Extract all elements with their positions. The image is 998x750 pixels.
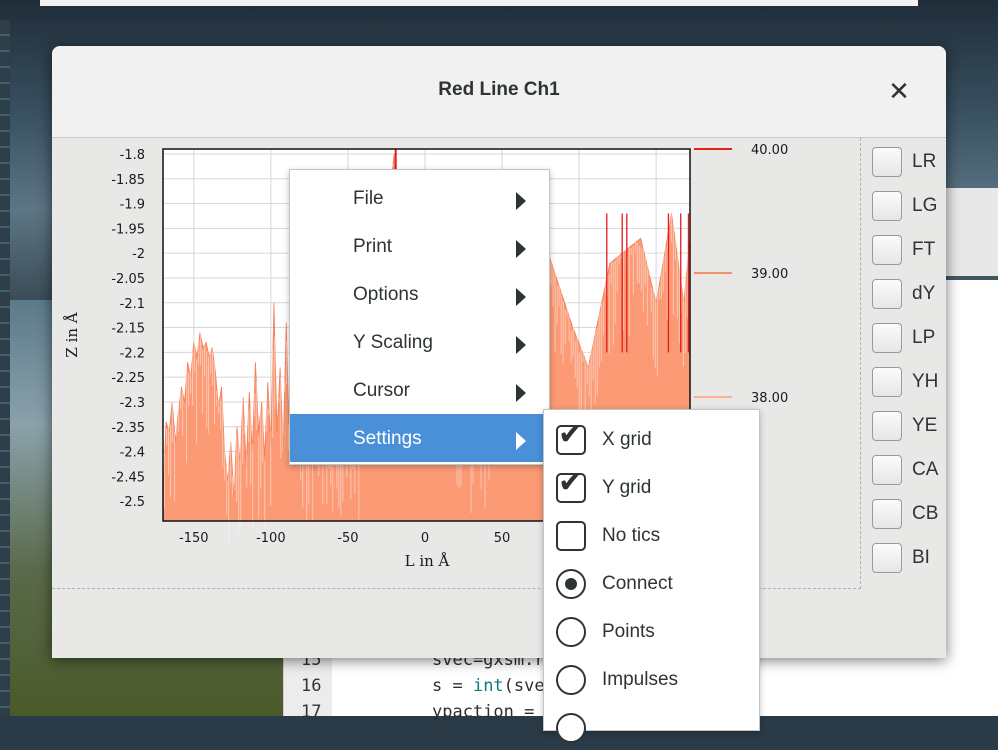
submenu-item-label: Y grid — [602, 477, 652, 498]
menu-item-label: Options — [353, 284, 419, 305]
menu-item-label: Y Scaling — [353, 332, 433, 353]
y-tick-label: -2.45 — [111, 470, 145, 485]
context-menu: File Print Options Y Scaling Cursor Sett… — [289, 169, 550, 465]
legend-label: 40.00 — [751, 143, 788, 158]
x-tick-label: 50 — [494, 531, 511, 546]
y-tick-label: -1.8 — [120, 148, 145, 163]
submenu-item-label: No tics — [602, 525, 661, 546]
submenu-item-label: Points — [602, 621, 655, 642]
menu-item-y-scaling[interactable]: Y Scaling — [290, 318, 549, 366]
y-tick-label: -1.95 — [111, 222, 145, 237]
y-tick-label: -2.15 — [111, 322, 145, 337]
menu-item-label: Settings — [353, 428, 422, 449]
y-tick-label: -2.35 — [111, 421, 145, 436]
submenu-arrow-icon — [516, 192, 526, 210]
y-tick-label: -2.5 — [120, 495, 145, 510]
menu-item-print[interactable]: Print — [290, 222, 549, 270]
menu-item-label: Print — [353, 236, 393, 257]
submenu-item-partial[interactable] — [544, 702, 759, 750]
legend-label: 38.00 — [751, 391, 788, 406]
submenu-item-label: Connect — [602, 573, 673, 594]
radio-icon[interactable] — [556, 617, 586, 647]
submenu-item-points[interactable]: Points — [544, 606, 759, 654]
submenu-item-label: Impulses — [602, 669, 679, 690]
radio-icon[interactable] — [556, 665, 586, 695]
submenu-arrow-icon — [516, 336, 526, 354]
menu-item-file[interactable]: File — [290, 174, 549, 222]
submenu-item-no-tics[interactable]: No tics — [544, 510, 759, 558]
submenu-arrow-icon — [516, 384, 526, 402]
radio-selected-dot-icon — [565, 578, 577, 590]
x-tick-label: -50 — [337, 531, 358, 546]
y-tick-label: -1.9 — [120, 198, 145, 213]
checkmark-icon: ✔ — [558, 418, 584, 451]
checkbox-icon[interactable] — [556, 521, 586, 551]
y-tick-label: -2 — [132, 247, 145, 262]
menu-item-settings[interactable]: Settings — [290, 414, 549, 462]
menu-item-label: Cursor — [353, 380, 411, 401]
x-tick-label: -150 — [179, 531, 209, 546]
x-tick-label: 0 — [421, 531, 429, 546]
x-tick-label: -100 — [256, 531, 286, 546]
y-tick-label: -2.1 — [120, 297, 145, 312]
y-axis-label: Z in Å — [63, 312, 81, 357]
x-axis-label: L in Å — [405, 552, 450, 570]
checkmark-icon: ✔ — [558, 466, 584, 499]
y-tick-label: -2.25 — [111, 371, 145, 386]
submenu-item-label: X grid — [602, 429, 652, 450]
submenu-item-connect[interactable]: Connect — [544, 558, 759, 606]
menu-item-options[interactable]: Options — [290, 270, 549, 318]
menu-item-cursor[interactable]: Cursor — [290, 366, 549, 414]
settings-submenu: ✔ X grid ✔ Y grid No tics Connect Points… — [543, 409, 760, 743]
menu-item-label: File — [353, 188, 384, 209]
y-tick-label: -1.85 — [111, 173, 145, 188]
radio-icon[interactable] — [556, 713, 586, 743]
y-tick-label: -2.2 — [120, 346, 145, 361]
submenu-item-y-grid[interactable]: ✔ Y grid — [544, 462, 759, 510]
legend-label: 39.00 — [751, 267, 788, 282]
submenu-arrow-icon — [516, 240, 526, 258]
y-tick-label: -2.4 — [120, 446, 145, 461]
y-tick-label: -2.05 — [111, 272, 145, 287]
submenu-arrow-icon — [516, 432, 526, 450]
submenu-arrow-icon — [516, 288, 526, 306]
y-tick-label: -2.3 — [120, 396, 145, 411]
submenu-item-impulses[interactable]: Impulses — [544, 654, 759, 702]
submenu-item-x-grid[interactable]: ✔ X grid — [544, 414, 759, 462]
